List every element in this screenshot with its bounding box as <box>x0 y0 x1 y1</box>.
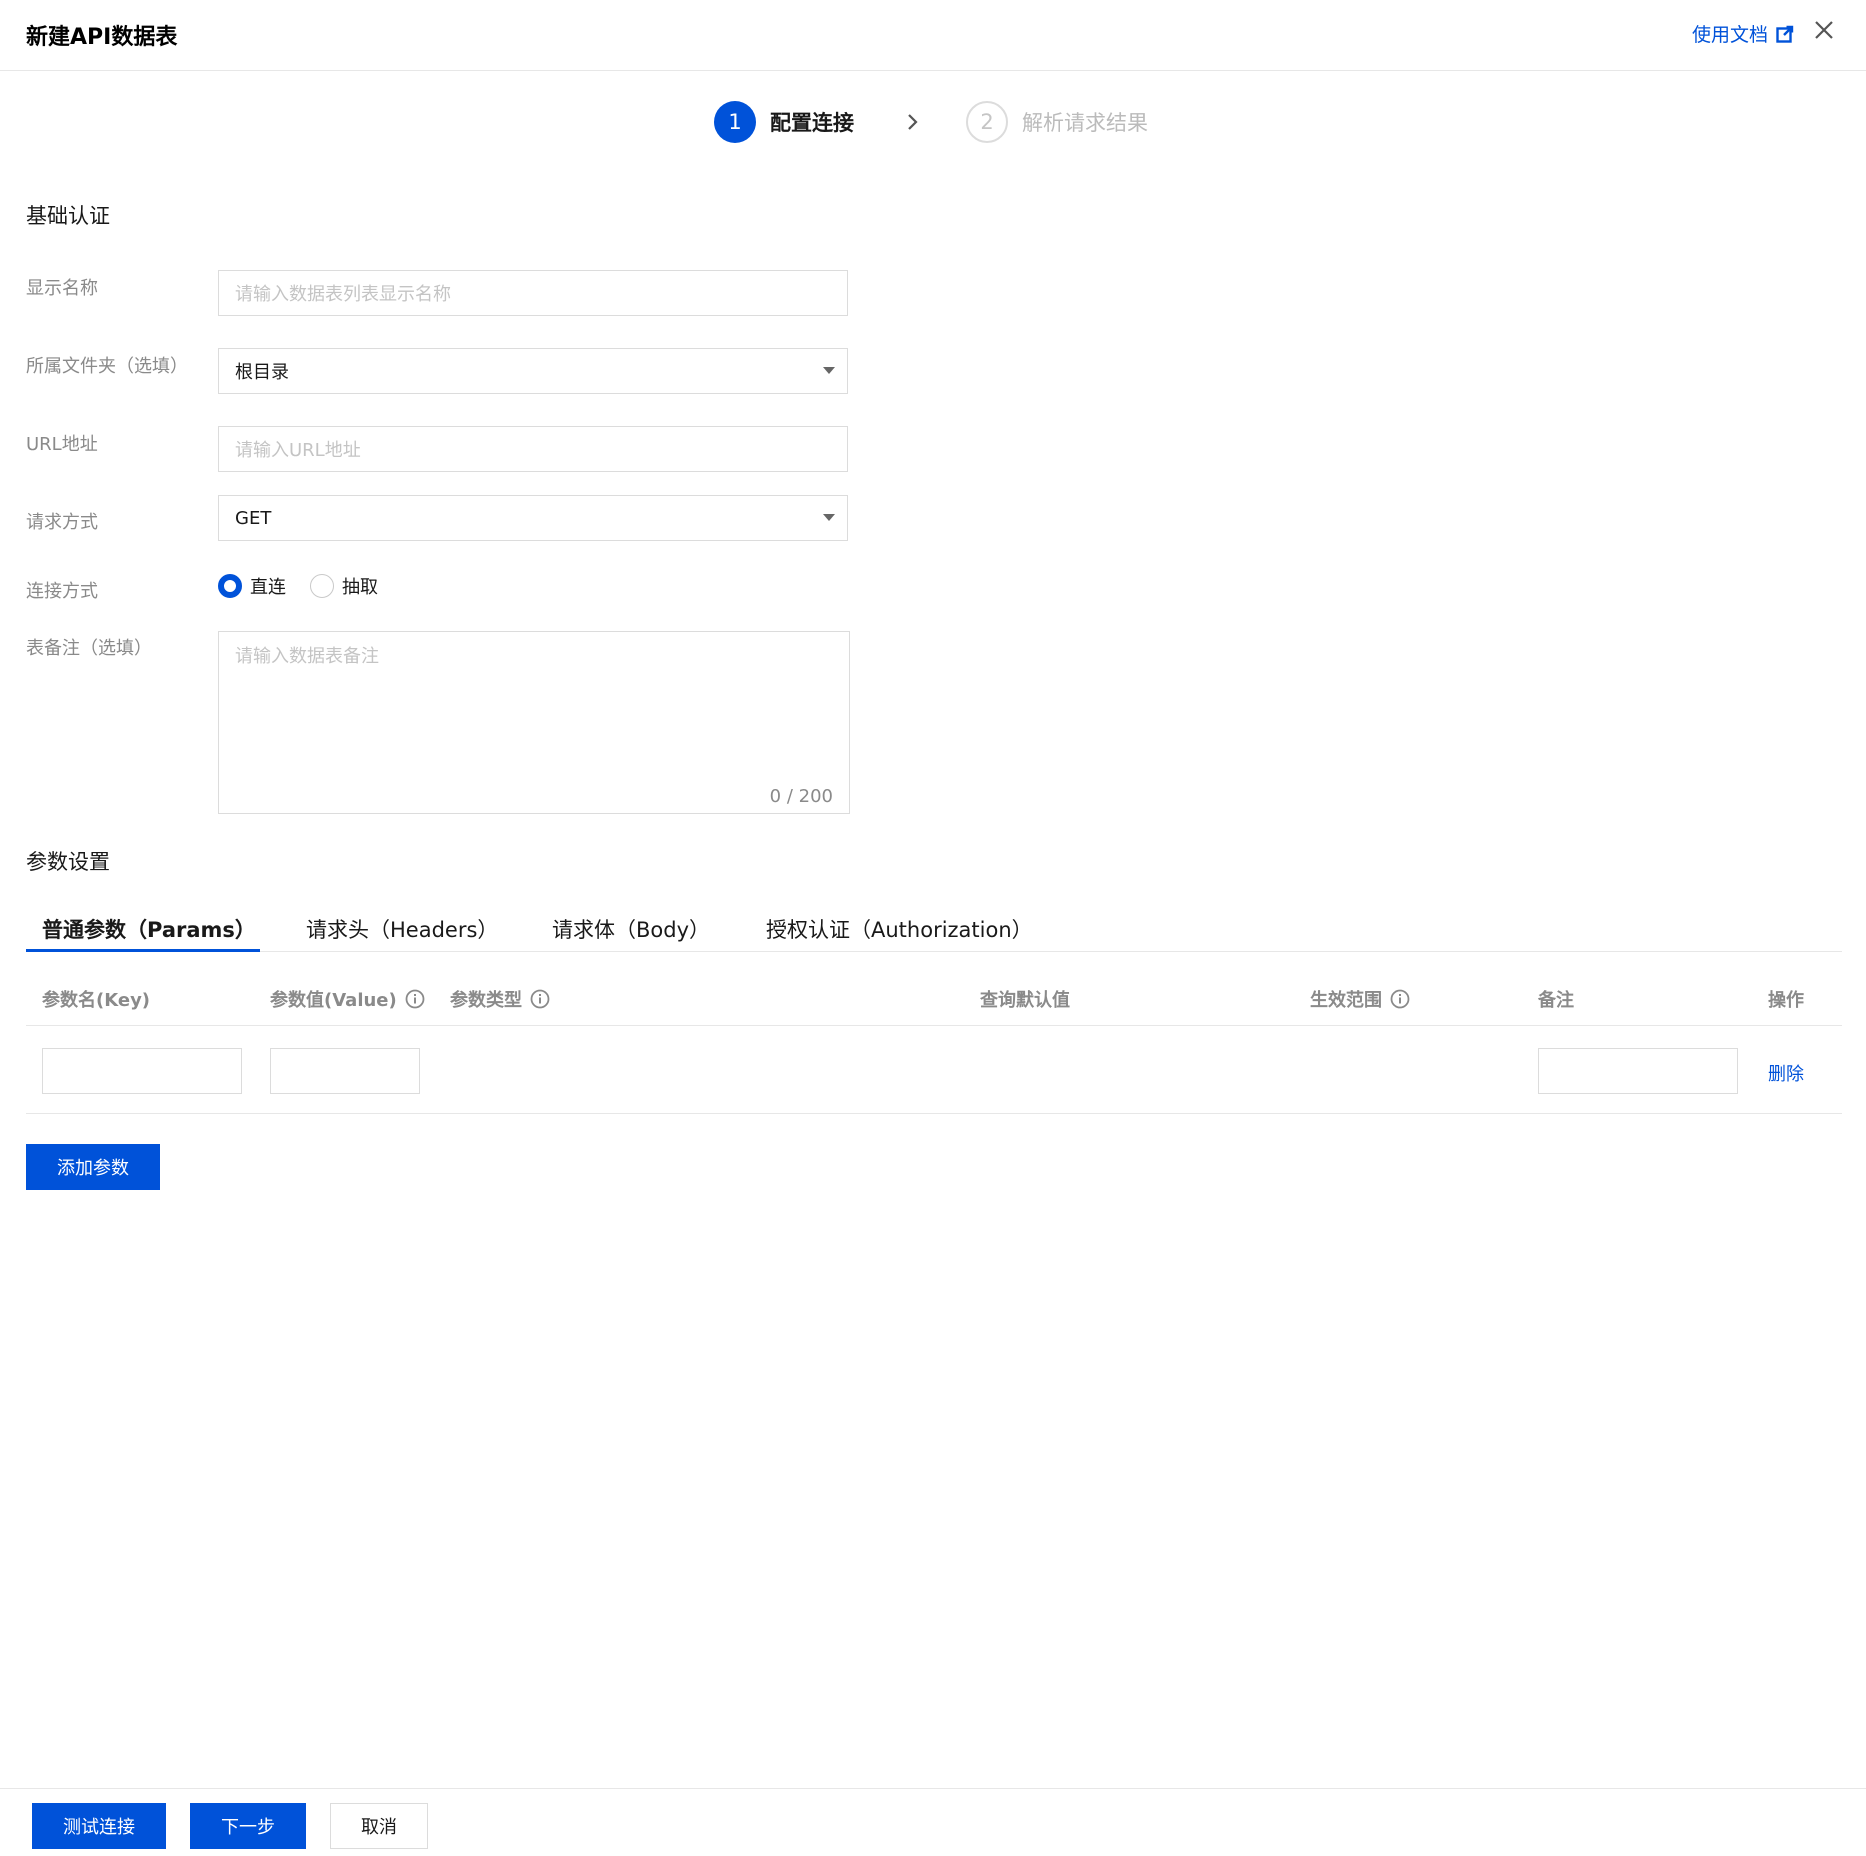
step-1-label: 配置连接 <box>770 111 854 135</box>
info-icon[interactable] <box>530 989 550 1009</box>
display-name-label: 显示名称 <box>26 278 98 299</box>
caret-down-icon <box>823 514 835 521</box>
url-placeholder: 请输入URL地址 <box>235 440 361 461</box>
next-step-button[interactable]: 下一步 <box>190 1803 306 1849</box>
remark-textarea[interactable]: 请输入数据表备注 0 / 200 <box>218 631 850 814</box>
params-table-header: 参数名(Key) 参数值(Value) 参数类型 查询默认值 生效范围 备注 操… <box>26 968 1842 1026</box>
radio-direct-label: 直连 <box>250 577 286 598</box>
method-value: GET <box>235 507 272 529</box>
remark-counter: 0 / 200 <box>769 786 833 807</box>
radio-checked-icon <box>218 574 242 598</box>
tab-headers[interactable]: 请求头（Headers） <box>306 914 498 944</box>
radio-extract-label: 抽取 <box>342 577 378 598</box>
display-name-placeholder: 请输入数据表列表显示名称 <box>235 284 451 305</box>
method-label: 请求方式 <box>26 512 98 533</box>
dialog-title: 新建API数据表 <box>26 25 178 50</box>
basic-section-title: 基础认证 <box>26 204 110 228</box>
param-value-input[interactable] <box>270 1048 420 1094</box>
connection-label: 连接方式 <box>26 581 98 602</box>
delete-row-link[interactable]: 删除 <box>1768 1060 1804 1086</box>
params-tabs: 普通参数（Params） 请求头（Headers） 请求体（Body） 授权认证… <box>26 910 1842 952</box>
remark-label: 表备注（选填） <box>26 638 152 659</box>
col-type: 参数类型 <box>450 986 550 1012</box>
doc-link-label: 使用文档 <box>1692 24 1769 46</box>
col-default: 查询默认值 <box>980 990 1070 1011</box>
add-param-button[interactable]: 添加参数 <box>26 1144 160 1190</box>
url-input[interactable]: 请输入URL地址 <box>218 426 848 472</box>
col-remark: 备注 <box>1538 990 1574 1011</box>
radio-extract[interactable]: 抽取 <box>310 573 378 599</box>
table-row: 删除 <box>26 1026 1842 1114</box>
step-2-number: 2 <box>966 101 1008 143</box>
caret-down-icon <box>823 367 835 374</box>
display-name-input[interactable]: 请输入数据表列表显示名称 <box>218 270 848 316</box>
info-icon[interactable] <box>405 989 425 1009</box>
folder-value: 根目录 <box>235 362 289 383</box>
radio-unchecked-icon <box>310 574 334 598</box>
tab-params[interactable]: 普通参数（Params） <box>42 914 256 944</box>
param-remark-input[interactable] <box>1538 1048 1738 1094</box>
col-action: 操作 <box>1768 990 1804 1011</box>
info-icon[interactable] <box>1390 989 1410 1009</box>
doc-link[interactable]: 使用文档 <box>1692 20 1794 47</box>
chevron-right-icon <box>908 114 918 130</box>
test-connection-button[interactable]: 测试连接 <box>32 1803 166 1849</box>
connection-radio-group: 直连 抽取 <box>218 573 402 599</box>
steps-indicator: 1 配置连接 2 解析请求结果 <box>714 100 1148 144</box>
step-2-label: 解析请求结果 <box>1022 111 1148 135</box>
col-value: 参数值(Value) <box>270 986 425 1012</box>
dialog-footer: 测试连接 下一步 取消 <box>0 1788 1866 1856</box>
param-key-input[interactable] <box>42 1048 242 1094</box>
remark-placeholder: 请输入数据表备注 <box>235 646 379 667</box>
dialog-header: 新建API数据表 使用文档 <box>0 0 1866 71</box>
cancel-button[interactable]: 取消 <box>330 1803 428 1849</box>
external-link-icon <box>1776 25 1794 43</box>
radio-direct[interactable]: 直连 <box>218 573 286 599</box>
active-tab-indicator <box>26 949 260 952</box>
tab-body[interactable]: 请求体（Body） <box>552 914 710 944</box>
url-label: URL地址 <box>26 434 98 455</box>
folder-select[interactable]: 根目录 <box>218 348 848 394</box>
col-key: 参数名(Key) <box>42 990 151 1011</box>
params-section-title: 参数设置 <box>26 850 110 874</box>
method-select[interactable]: GET <box>218 495 848 541</box>
close-icon[interactable] <box>1812 18 1836 42</box>
folder-label: 所属文件夹（选填） <box>26 356 188 377</box>
col-scope: 生效范围 <box>1310 986 1410 1012</box>
tab-authorization[interactable]: 授权认证（Authorization） <box>766 914 1033 944</box>
step-1-number: 1 <box>714 101 756 143</box>
